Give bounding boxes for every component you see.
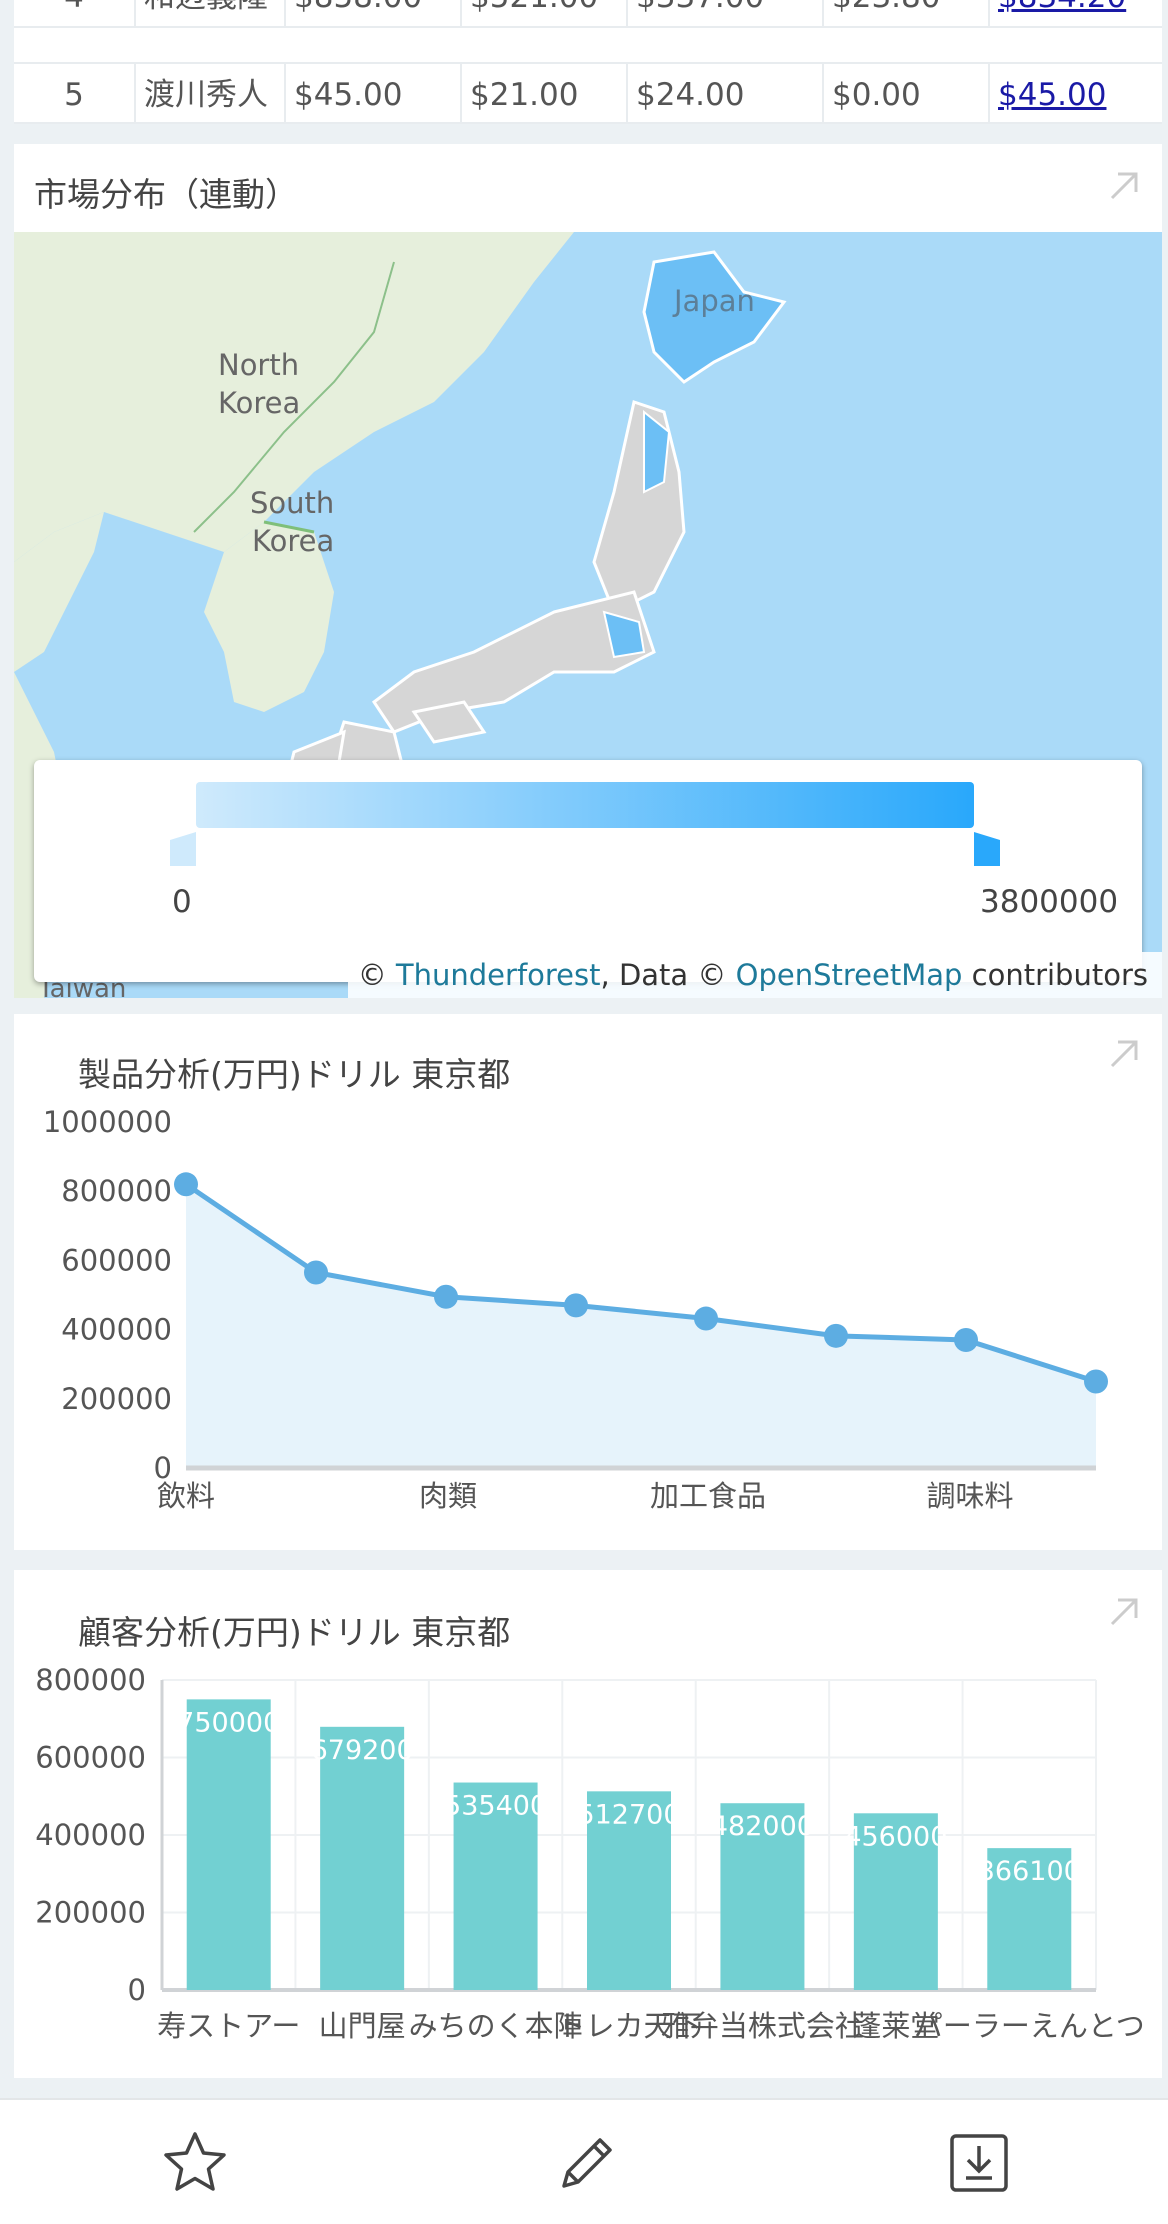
country-label: Korea [252,524,335,558]
y-tick-label: 1000000 [43,1105,172,1139]
country-label: Japan [674,284,755,318]
y-tick-label: 800000 [35,1663,146,1697]
bar-value-label: 750000 [177,1707,280,1738]
amount-cell: $0.00 [824,64,990,124]
country-label: South [250,486,335,520]
x-tick-label: 雅弁当株式会社 [661,2009,864,2043]
data-point [1084,1369,1108,1394]
y-tick-label: 200000 [35,1896,146,1930]
total-link[interactable]: $45.00 [990,64,1162,124]
x-tick-label: 調味料 [926,1479,1013,1513]
legend-max-handle[interactable] [972,832,1002,866]
total-link[interactable]: $834.20 [990,0,1162,28]
y-tick-label: 600000 [61,1243,172,1277]
country-label: North [218,348,300,382]
bar-value-label: 366100 [978,1856,1081,1887]
y-tick-label: 800000 [61,1174,172,1208]
attribution-text: , Data © [600,958,736,992]
product-area-chart: 10000008000006000004000002000000飲料 肉類 加工食品… [43,1105,1108,1513]
x-tick-label: 加工食品 [650,1479,766,1513]
detail-table: 4 和辺義隆 $858.00 $521.00 $337.00 $23.80 $8… [14,0,1162,124]
country-label: Korea [218,386,301,420]
x-tick-label: パーラーえんとつ [914,2009,1145,2043]
row-number: 4 [14,0,136,28]
customer-bar-chart: 800000 600000 400000 200000 0 750000 寿ストアー 6792… [35,1663,1145,2043]
legend-gradient [196,782,974,828]
customer-name: 和辺義隆 [136,0,286,28]
osm-link[interactable]: OpenStreetMap [736,958,963,992]
bar-value-label: 535400 [444,1791,547,1822]
thunderforest-link[interactable]: Thunderforest [396,958,601,992]
attribution-text: contributors [962,958,1148,992]
data-point [434,1284,458,1309]
pencil-icon[interactable] [552,2128,622,2198]
amount-cell: $337.00 [628,0,824,28]
map-card: 市場分布（連動） Japan North Korea South Korea T… [14,144,1162,998]
bar-value-label: 456000 [844,1821,947,1852]
expand-icon[interactable] [1106,168,1140,202]
amount-cell: $45.00 [286,64,462,124]
map-attribution: © Thunderforest, Data © OpenStreetMap co… [347,952,1162,998]
bottom-toolbar [0,2098,1168,2224]
data-point [304,1260,328,1285]
table-row: 5 渡川秀人 $45.00 $21.00 $24.00 $0.00 $45.00 [14,62,1162,124]
legend-min-label: 0 [172,884,192,920]
market-map[interactable]: Japan North Korea South Korea Taiwan 0 3… [14,232,1162,998]
x-tick-label: 肉類 [419,1479,477,1513]
data-point [174,1172,198,1197]
bar [320,1726,405,1990]
bar-value-label: 512700 [577,1799,680,1830]
row-number: 5 [14,64,136,124]
data-point [954,1327,978,1352]
amount-cell: $21.00 [462,64,628,124]
customer-name: 渡川秀人 [136,64,286,124]
amount-cell: $858.00 [286,0,462,28]
bar [186,1699,271,1990]
table-row: 4 和辺義隆 $858.00 $521.00 $337.00 $23.80 $8… [14,0,1162,28]
area-fill [186,1184,1096,1468]
y-tick-label: 600000 [35,1741,146,1775]
download-icon[interactable] [944,2128,1014,2198]
star-icon[interactable] [160,2128,230,2198]
legend-max-label: 3800000 [980,884,1119,920]
data-point [694,1306,718,1331]
product-chart-card: 製品分析(万円)ドリル 東京都 1000000 800000 600000 40000… [14,1014,1162,1550]
attribution-text: © [357,958,396,992]
amount-cell: $521.00 [462,0,628,28]
data-point [824,1323,848,1348]
legend-min-handle[interactable] [168,832,198,866]
bar-value-label: 679200 [311,1735,414,1766]
customer-chart-card: 顧客分析(万円)ドリル 東京都 800000 600000 400000 200000… [14,1570,1162,2078]
y-tick-label: 400000 [35,1818,146,1852]
bar-value-label: 482000 [711,1811,814,1842]
amount-cell: $23.80 [824,0,990,28]
x-tick-label: 山門屋 [319,2009,406,2043]
card-title: 市場分布（連動） [34,175,298,214]
amount-cell: $24.00 [628,64,824,124]
y-tick-label: 200000 [61,1382,172,1416]
x-tick-label: 飲料 [157,1479,215,1513]
y-tick-label: 0 [128,1973,146,2007]
x-tick-label: 寿ストアー [157,2009,300,2043]
data-point [564,1293,588,1318]
map-legend: 0 3800000 [34,760,1142,982]
y-tick-label: 400000 [61,1313,172,1347]
